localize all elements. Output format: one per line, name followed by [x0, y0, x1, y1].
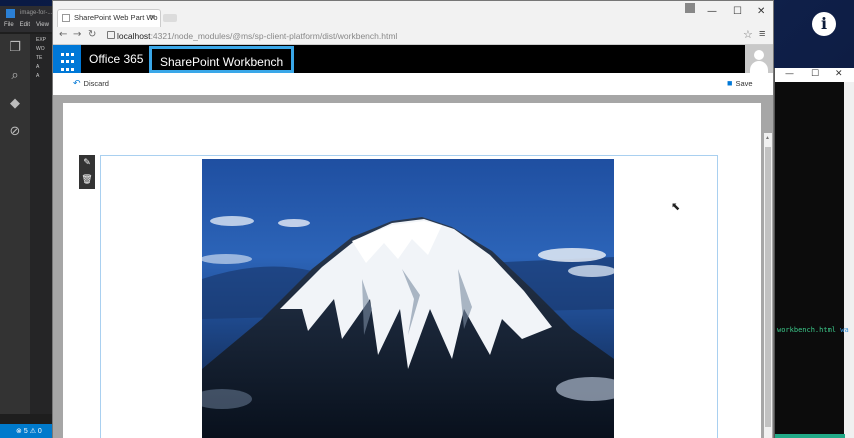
avatar-body	[750, 61, 768, 73]
new-tab-button[interactable]	[163, 14, 177, 22]
minimize-icon[interactable]: —	[707, 6, 717, 17]
terminal-output: workbench.html wa	[777, 326, 849, 334]
close-icon[interactable]: ✕	[835, 69, 843, 79]
address-bar[interactable]: localhost:4321/node_modules/@ms/sp-clien…	[105, 29, 735, 43]
vscode-activity-bar: ❐ ⌕ ◆ ⊘	[0, 34, 30, 414]
url-path: :4321/node_modules/@ms/sp-client-platfor…	[150, 31, 398, 41]
browser-toolbar: ← → ↻ localhost:4321/node_modules/@ms/sp…	[53, 27, 773, 45]
terminal-window: — ☐ ✕ workbench.html wa	[774, 68, 854, 438]
scroll-up-icon[interactable]: ▲	[765, 135, 770, 141]
url-host: localhost	[117, 31, 151, 41]
vscode-menu-edit[interactable]: Edit	[20, 22, 30, 28]
browser-window: SharePoint Web Part Wo ✕ — ☐ ✕ ← → ↻ loc…	[52, 0, 774, 438]
vscode-menu-file[interactable]: File	[4, 22, 14, 28]
profile-icon[interactable]	[685, 3, 695, 13]
info-icon[interactable]: i	[812, 12, 836, 36]
search-icon[interactable]: ⌕	[0, 62, 30, 90]
back-icon[interactable]: ←	[59, 29, 67, 40]
trash-icon[interactable]: 🗑	[79, 172, 95, 189]
undo-icon: ↶	[73, 78, 81, 88]
site-title[interactable]: SharePoint Workbench	[149, 46, 295, 73]
minimize-icon[interactable]: —	[785, 69, 794, 79]
canvas-scrollbar[interactable]: ▲	[764, 133, 772, 438]
error-icon: ⊗	[16, 428, 22, 435]
terminal-titlebar: — ☐ ✕	[775, 68, 854, 82]
workbench-canvas-area: ✎ 🗑 ▲	[53, 95, 773, 438]
explorer-icon[interactable]: ❐	[0, 34, 30, 62]
suite-bar: Office 365 SharePoint Workbench	[53, 45, 773, 73]
vscode-status-bar[interactable]: ⊗ 5 ⚠ 0	[0, 424, 56, 438]
office-365-link[interactable]: Office 365	[89, 52, 143, 66]
warning-count: 0	[37, 428, 42, 435]
git-icon[interactable]: ◆	[0, 90, 30, 118]
app-launcher-icon[interactable]	[53, 45, 81, 73]
browser-tab[interactable]: SharePoint Web Part Wo ✕	[57, 9, 161, 27]
forward-icon[interactable]: →	[73, 29, 81, 40]
discard-button[interactable]: ↶ Discard	[73, 78, 109, 89]
save-icon: ■	[727, 78, 733, 88]
bookmark-star-icon[interactable]: ☆	[743, 28, 753, 41]
vscode-window: image-for-... File Edit View ❐ ⌕ ◆ ⊘ EXP W…	[0, 6, 56, 438]
webpart-toolbar: ✎ 🗑	[79, 155, 95, 189]
pencil-icon[interactable]: ✎	[79, 155, 95, 172]
vscode-menu-view[interactable]: View	[36, 22, 49, 28]
avatar-head	[754, 50, 764, 60]
maximize-icon[interactable]: ☐	[811, 69, 819, 79]
mountain-image	[202, 159, 614, 438]
vscode-menu: File Edit View	[0, 20, 56, 32]
save-button[interactable]: ■ Save	[727, 78, 753, 88]
maximize-icon[interactable]: ☐	[733, 6, 742, 17]
workbench-canvas: ✎ 🗑 ▲	[63, 103, 772, 438]
error-count: 5	[23, 428, 28, 435]
tab-title: SharePoint Web Part Wo	[74, 13, 158, 22]
vscode-logo-icon	[6, 9, 15, 18]
debug-icon[interactable]: ⊘	[0, 118, 30, 146]
warning-icon: ⚠	[29, 428, 36, 435]
mouse-cursor-icon: ⬉	[671, 201, 681, 213]
scrollbar-thumb[interactable]	[765, 147, 771, 427]
terminal-scrollbar[interactable]	[844, 82, 854, 438]
terminal-taskbar-strip	[775, 434, 845, 438]
avatar[interactable]	[745, 45, 773, 73]
page-info-icon[interactable]	[107, 31, 115, 39]
page-favicon-icon	[62, 14, 70, 22]
tab-close-icon[interactable]: ✕	[149, 13, 156, 22]
command-bar: ↶ Discard ■ Save	[53, 73, 773, 95]
reload-icon[interactable]: ↻	[88, 29, 96, 40]
browser-tabbar: SharePoint Web Part Wo ✕ — ☐ ✕	[53, 1, 773, 27]
close-icon[interactable]: ✕	[757, 6, 765, 17]
browser-menu-icon[interactable]: ≡	[759, 28, 765, 40]
